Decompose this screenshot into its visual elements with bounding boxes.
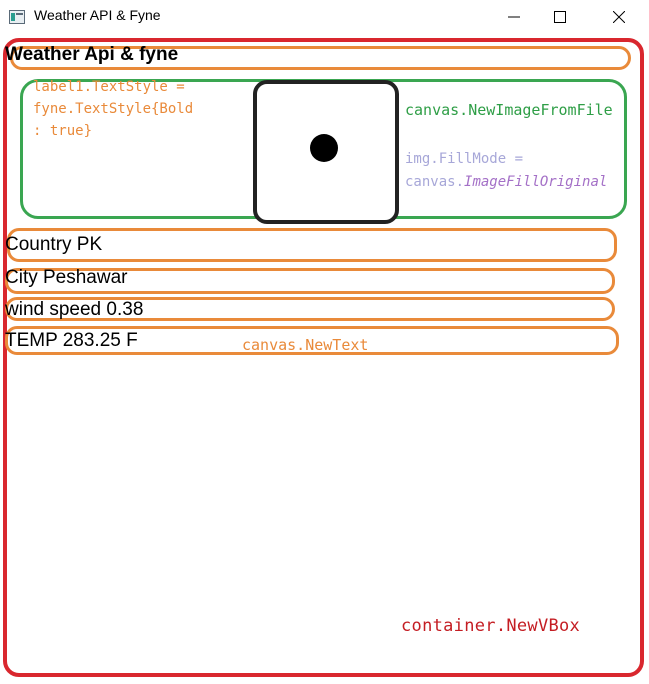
city-label: City Peshawar — [5, 267, 128, 288]
label-style-note-line2: fyne.TextStyle{Bold — [33, 101, 194, 117]
fill-mode-value-note: canvas.ImageFillOriginal — [405, 171, 607, 193]
new-text-note: canvas.NewText — [242, 336, 369, 354]
image-from-file-note: canvas.NewImageFromFile — [405, 101, 613, 119]
minimize-button[interactable] — [491, 0, 537, 34]
fill-mode-value: ImageFillOriginal — [464, 174, 608, 190]
close-button[interactable] — [596, 0, 642, 34]
fill-mode-note: img.FillMode = — [405, 151, 524, 167]
page-title: Weather Api & fyne — [5, 44, 179, 65]
label-style-note-line3: : true} — [33, 123, 93, 139]
maximize-button[interactable] — [537, 0, 583, 34]
weather-icon-dot — [310, 134, 338, 162]
window-title: Weather API & Fyne — [34, 7, 161, 23]
label-style-note-line1: label1.TextStyle = — [33, 79, 185, 95]
weather-icon — [253, 80, 399, 224]
fill-mode-prefix: canvas. — [405, 174, 465, 190]
temp-label: TEMP 283.25 F — [5, 330, 138, 351]
app-window-icon — [9, 9, 25, 24]
country-label: Country PK — [5, 234, 103, 255]
close-icon — [613, 11, 625, 23]
minimize-icon — [508, 16, 520, 18]
wind-speed-label: wind speed 0.38 — [5, 299, 144, 320]
window-content: Weather Api & fyne label1.TextStyle = fy… — [0, 34, 649, 684]
window-titlebar[interactable]: Weather API & Fyne — [0, 0, 649, 34]
vbox-note: container.NewVBox — [401, 616, 581, 636]
maximize-icon — [554, 11, 566, 23]
